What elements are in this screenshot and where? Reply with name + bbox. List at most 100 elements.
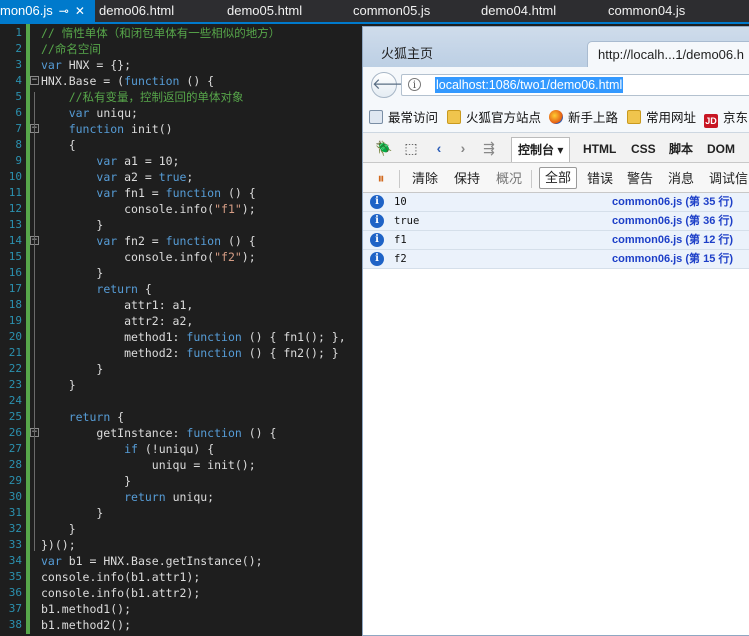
tab-script[interactable]: 脚本 [669, 139, 693, 159]
pin-icon[interactable]: ⊸ [59, 0, 69, 22]
line-number: 36 [8, 586, 22, 599]
line-number: 3 [15, 58, 22, 71]
close-icon[interactable]: ✕ [75, 0, 85, 22]
line-number: 12 [8, 202, 22, 215]
inspect-element-icon[interactable]: ⬚ [403, 140, 419, 156]
editor-tab-demo04[interactable]: demo04.html [481, 0, 556, 22]
tab-console[interactable]: 控制台 ▾ [511, 137, 571, 162]
editor-tab-common06[interactable]: mon06.js ⊸ ✕ [0, 0, 95, 22]
info-icon: i [370, 195, 384, 209]
editor-tab-strip: mon06.js ⊸ ✕ demo06.html demo05.html commo… [0, 0, 749, 22]
line-number: 29 [8, 474, 22, 487]
code-line: b1.method1(); [41, 602, 132, 616]
pause-icon[interactable]: ⏸ [373, 170, 389, 186]
bookmark-label: 常用网址 [646, 111, 697, 125]
console-message: f2 [394, 253, 407, 265]
separator [399, 170, 400, 188]
url-bar[interactable]: i localhost:1086/two1/demo06.html [401, 74, 749, 96]
url-text[interactable]: localhost:1086/two1/demo06.html [435, 77, 624, 93]
line-number: 14 [8, 234, 22, 247]
filter-errors[interactable]: 错误 [587, 169, 613, 189]
tab-dom[interactable]: DOM [707, 139, 735, 159]
filter-info[interactable]: 消息 [668, 169, 694, 189]
editor-tab-label: mon06.js [0, 3, 53, 18]
code-line: var a1 = 10; [96, 154, 180, 168]
bookmark-label: 京东 [723, 111, 749, 125]
line-number: 15 [8, 250, 22, 263]
code-line: } [41, 474, 132, 488]
code-line: } [41, 378, 76, 392]
filter-all[interactable]: 全部 [539, 167, 578, 189]
line-number: 23 [8, 378, 22, 391]
console-message: f1 [394, 234, 407, 246]
browser-tab-home[interactable]: 火狐主页 [369, 41, 583, 67]
console-source-link[interactable]: common06.js (第 12 行) [612, 233, 733, 248]
bookmark-firefox-official[interactable]: 火狐官方站点 [447, 109, 541, 127]
code-line: var b1 = HNX.Base.getInstance(); [41, 554, 263, 568]
console-row: i 10 common06.js (第 35 行) [363, 193, 749, 212]
bookmark-recent-icon [369, 110, 383, 124]
editor-tab-common04[interactable]: common04.js [608, 0, 685, 22]
filter-warnings[interactable]: 警告 [627, 169, 653, 189]
tab-label: CSS [631, 142, 656, 156]
persist-button[interactable]: 保持 [454, 169, 480, 189]
command-line-icon[interactable]: ⇶ [481, 140, 497, 156]
separator [531, 170, 532, 188]
clear-button[interactable]: 清除 [412, 169, 438, 189]
console-source-link[interactable]: common06.js (第 35 行) [612, 195, 733, 210]
chevron-right-icon[interactable]: › [455, 140, 471, 156]
code-line: } [41, 218, 104, 232]
tab-css[interactable]: CSS [631, 139, 656, 159]
code-line: attr1: a1, [41, 298, 194, 312]
back-button[interactable]: 🡐 [371, 72, 412, 98]
editor-tab-common05[interactable]: common05.js [353, 0, 430, 22]
editor-tab-demo06[interactable]: demo06.html [99, 0, 174, 22]
browser-tab-bar: 火狐主页 http://localh...1/demo06.h [363, 27, 749, 67]
tab-html[interactable]: HTML [583, 139, 616, 159]
console-source-link[interactable]: common06.js (第 36 行) [612, 214, 733, 229]
chevron-left-icon[interactable]: ‹ [431, 140, 447, 156]
firefox-icon [549, 110, 563, 124]
console-source-link[interactable]: common06.js (第 15 行) [612, 252, 733, 267]
code-line: } [41, 506, 104, 520]
bookmark-most-visited[interactable]: 最常访问 [369, 109, 438, 127]
filter-debug[interactable]: 调试信 [709, 169, 748, 189]
code-line: var fn1 = function () { [96, 186, 256, 200]
bookmark-getting-started[interactable]: 新手上路 [549, 109, 618, 127]
line-number: 8 [15, 138, 22, 151]
line-number: 5 [15, 90, 22, 103]
info-icon: i [370, 233, 384, 247]
code-line: var fn2 = function () { [96, 234, 256, 248]
code-line: uniqu = init(); [41, 458, 256, 472]
code-line: })(); [41, 538, 76, 552]
profile-button[interactable]: 概况 [496, 169, 522, 189]
tab-label: DOM [707, 142, 735, 156]
browser-tab-label: 火狐主页 [381, 46, 434, 61]
tab-label: HTML [583, 142, 617, 156]
code-editor[interactable]: 1 2 3 4 5 6 7 8 9 10 11 12 13 14 15 16 17 18 19 20 21 22 23 24 2… [0, 24, 365, 634]
code-line: var HNX = {}; [41, 58, 132, 72]
bookmark-jd[interactable]: JD 京东 [704, 109, 749, 128]
code-line: } [41, 362, 104, 376]
editor-tab-label: demo05.html [227, 3, 303, 18]
bookmark-common-sites[interactable]: 常用网址 [627, 109, 696, 127]
code-line: // 惰性单体（和闭包单体有一些相似的地方） [41, 26, 281, 40]
firebug-bug-icon[interactable]: 🪲 [375, 140, 392, 156]
line-number: 27 [8, 442, 22, 455]
folder-icon [447, 110, 461, 124]
editor-tab-demo05[interactable]: demo05.html [227, 0, 302, 22]
browser-tab-demo06[interactable]: http://localh...1/demo06.h [587, 41, 749, 67]
line-number: 20 [8, 330, 22, 343]
code-line: var a2 = true; [96, 170, 194, 184]
console-filter-bar: ⏸ 清除 保持 概况 全部 错误 警告 消息 调试信 [363, 163, 749, 193]
info-icon[interactable]: i [408, 78, 421, 91]
code-line: console.info(b1.attr2); [41, 586, 201, 600]
bookmarks-toolbar: 最常访问 火狐官方站点 新手上路 常用网址 JD 京东 [363, 103, 749, 133]
line-number: 6 [15, 106, 22, 119]
code-line: return { [68, 410, 125, 424]
fold-toggle-icon[interactable]: − [30, 76, 39, 85]
line-number: 28 [8, 458, 22, 471]
code-line: method1: function () { fn1(); }, [41, 330, 346, 344]
line-number: 21 [8, 346, 22, 359]
code-line: method2: function () { fn2(); } [41, 346, 339, 360]
